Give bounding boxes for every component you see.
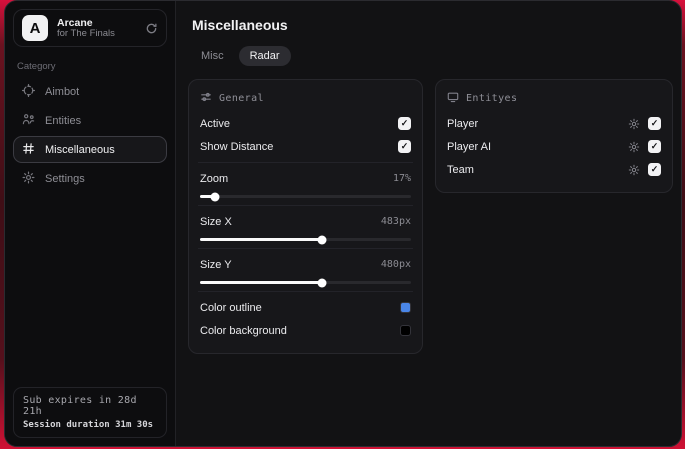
setting-row-show-distance: Show Distance (200, 135, 411, 158)
sidebar-item-label: Aimbot (45, 85, 80, 98)
entities-icon (22, 113, 35, 129)
tab-bar: Misc Radar (190, 46, 673, 66)
sliders-icon (200, 91, 212, 106)
panel-title: Entityes (466, 93, 518, 104)
entity-row-team: Team (447, 158, 661, 181)
subscription-info: Sub expires in 28d 21h Session duration … (13, 387, 167, 438)
category-label: Category (17, 61, 56, 72)
sidebar-item-aimbot[interactable]: Aimbot (13, 78, 167, 105)
setting-row-size-y: Size Y 480px (200, 253, 411, 276)
refresh-icon[interactable] (145, 22, 158, 35)
sidebar-item-settings[interactable]: Settings (13, 165, 167, 192)
panel-entities: Entityes Player P (435, 79, 673, 193)
entity-row-player-ai: Player AI (447, 135, 661, 158)
app-logo: A (22, 15, 48, 41)
setting-label: Size X (200, 215, 232, 228)
divider (198, 162, 413, 163)
zoom-value: 17% (392, 173, 411, 184)
active-checkbox[interactable] (398, 117, 411, 130)
main-content: Miscellaneous Misc Radar General Active … (176, 1, 681, 446)
entity-row-player: Player (447, 112, 661, 135)
setting-label: Zoom (200, 172, 229, 185)
app-window: A Arcane for The Finals Category Aimbot … (4, 0, 682, 447)
size-x-value: 483px (380, 216, 411, 227)
entity-label: Player AI (447, 140, 492, 153)
sidebar: A Arcane for The Finals Category Aimbot … (5, 1, 176, 446)
setting-row-active: Active (200, 112, 411, 135)
setting-label: Color background (200, 324, 287, 337)
slider-fill (200, 281, 323, 284)
app-subtitle: for The Finals (57, 27, 115, 39)
setting-row-color-outline: Color outline (200, 296, 411, 319)
setting-row-zoom: Zoom 17% (200, 167, 411, 190)
panel-title: General (219, 93, 264, 104)
grid-hash-icon (22, 142, 35, 158)
size-y-value: 480px (380, 259, 411, 270)
sidebar-item-label: Settings (45, 172, 85, 185)
size-x-slider[interactable] (200, 235, 411, 244)
panel-general: General Active Show Distance Zoom 17% (188, 79, 423, 354)
divider (198, 205, 413, 206)
divider (198, 248, 413, 249)
setting-row-size-x: Size X 483px (200, 210, 411, 233)
player-checkbox[interactable] (648, 117, 661, 130)
setting-label: Color outline (200, 301, 262, 314)
monitor-icon (447, 91, 459, 106)
slider-thumb[interactable] (317, 235, 327, 244)
setting-label: Active (200, 117, 230, 130)
gear-icon[interactable] (628, 164, 640, 176)
zoom-slider[interactable] (200, 192, 411, 201)
setting-label: Size Y (200, 258, 232, 271)
entity-label: Team (447, 163, 474, 176)
entity-label: Player (447, 117, 479, 130)
color-background-swatch[interactable] (400, 325, 411, 336)
session-duration: Session duration 31m 30s (23, 420, 154, 430)
logo-card: A Arcane for The Finals (13, 9, 167, 47)
setting-row-color-background: Color background (200, 319, 411, 342)
player-ai-checkbox[interactable] (648, 140, 661, 153)
tab-misc[interactable]: Misc (190, 46, 235, 66)
slider-thumb[interactable] (317, 278, 327, 287)
slider-thumb[interactable] (210, 192, 220, 201)
setting-label: Show Distance (200, 140, 274, 153)
app-title: Arcane (57, 16, 93, 29)
sidebar-item-label: Entities (45, 114, 82, 127)
crosshair-icon (21, 83, 36, 100)
gear-icon (22, 171, 35, 187)
sidebar-nav: Aimbot Entities Miscellaneous Settings (13, 78, 167, 192)
gear-icon[interactable] (628, 118, 640, 130)
team-checkbox[interactable] (648, 163, 661, 176)
divider (198, 291, 413, 292)
sidebar-item-entities[interactable]: Entities (13, 107, 167, 134)
page-title: Miscellaneous (192, 17, 288, 33)
sidebar-item-miscellaneous[interactable]: Miscellaneous (13, 136, 167, 163)
slider-fill (200, 238, 323, 241)
gear-icon[interactable] (628, 141, 640, 153)
sidebar-item-label: Miscellaneous (45, 143, 115, 156)
size-y-slider[interactable] (200, 278, 411, 287)
color-outline-swatch[interactable] (400, 302, 411, 313)
tab-radar[interactable]: Radar (238, 46, 291, 66)
sub-expiry: Sub expires in 28d 21h (23, 395, 137, 417)
show-distance-checkbox[interactable] (398, 140, 411, 153)
